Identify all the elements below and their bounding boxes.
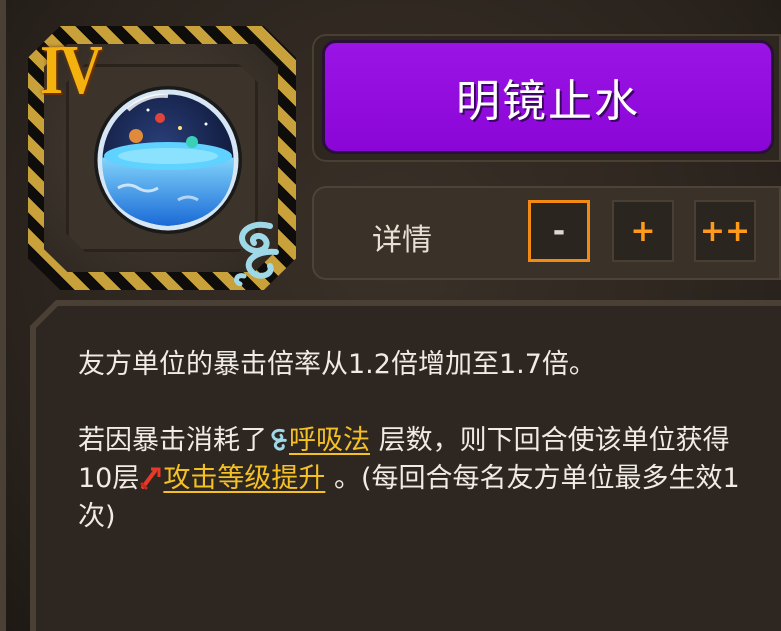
minus-button[interactable]: - bbox=[528, 200, 590, 262]
attack-up-icon bbox=[140, 467, 161, 491]
water-orb-icon bbox=[94, 86, 242, 234]
breath-swirl-icon bbox=[271, 428, 287, 451]
desc-text: 若因暴击消耗了 bbox=[78, 425, 267, 456]
skill-name-banner: 明镜止水 bbox=[322, 40, 774, 154]
breath-swirl-icon bbox=[234, 221, 279, 286]
skill-description: 友方单位的暴击倍率从1.2倍增加至1.7倍。 若因暴击消耗了 呼吸法 层数，则下回… bbox=[78, 346, 758, 536]
skill-name: 明镜止水 bbox=[456, 76, 640, 127]
skill-tier-badge: IV bbox=[40, 32, 103, 109]
description-paragraph-2: 若因暴击消耗了 呼吸法 层数，则下回合使该单位获得10层 攻击等级提升 。(每回合每… bbox=[78, 422, 758, 536]
plus-button[interactable]: + bbox=[612, 200, 674, 262]
plus-plus-button[interactable]: ++ bbox=[694, 200, 756, 262]
description-line-1: 友方单位的暴击倍率从1.2倍增加至1.7倍。 bbox=[78, 349, 596, 380]
keyword-attack-up-link[interactable]: 攻击等级提升 bbox=[163, 463, 325, 494]
keyword-breath-link[interactable]: 呼吸法 bbox=[289, 425, 370, 456]
detail-label: 详情 bbox=[372, 223, 432, 258]
